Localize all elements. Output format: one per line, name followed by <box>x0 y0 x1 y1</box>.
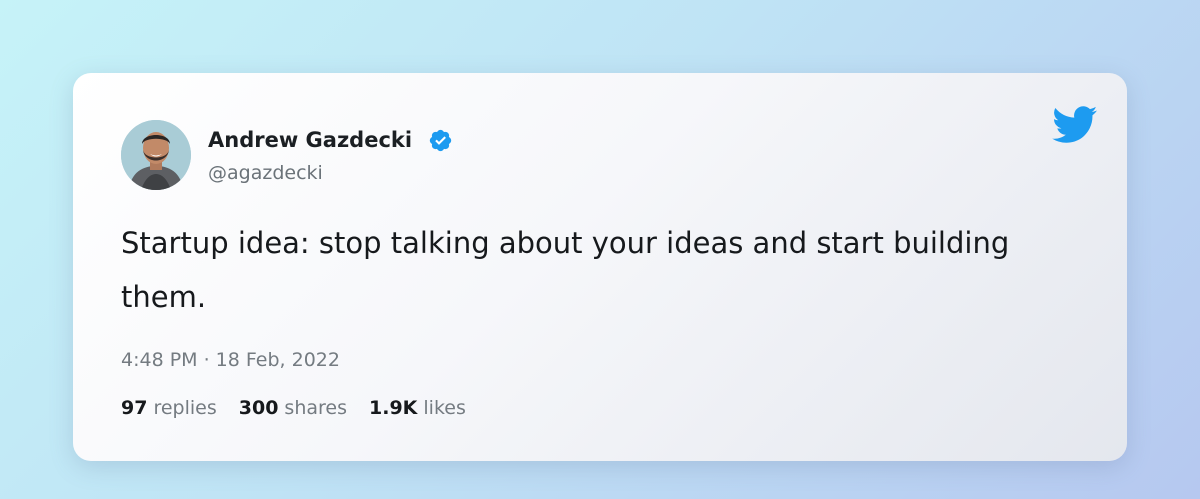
avatar-image <box>121 120 191 190</box>
replies-count: 97 <box>121 397 148 419</box>
twitter-bird-icon[interactable] <box>1052 106 1098 144</box>
replies-stat[interactable]: 97 replies <box>121 395 217 421</box>
avatar[interactable] <box>121 120 191 190</box>
author-name[interactable]: Andrew Gazdecki <box>208 126 412 154</box>
tweet-text: Startup idea: stop talking about your id… <box>121 226 1010 314</box>
tweet-timestamp[interactable]: 4:48 PM · 18 Feb, 2022 <box>121 347 340 373</box>
author-handle[interactable]: @agazdecki <box>208 160 323 186</box>
verified-badge-icon <box>429 129 452 152</box>
likes-label: likes <box>423 397 466 419</box>
likes-stat[interactable]: 1.9K likes <box>369 395 466 421</box>
tweet-card: Andrew Gazdecki @agazdecki Startup idea:… <box>73 73 1127 461</box>
shares-stat[interactable]: 300 shares <box>239 395 347 421</box>
shares-count: 300 <box>238 397 279 419</box>
likes-count: 1.9K <box>369 397 418 419</box>
shares-label: shares <box>284 397 347 419</box>
tweet-stats: 97 replies 300 shares 1.9K likes <box>121 395 466 421</box>
replies-label: replies <box>153 397 217 419</box>
